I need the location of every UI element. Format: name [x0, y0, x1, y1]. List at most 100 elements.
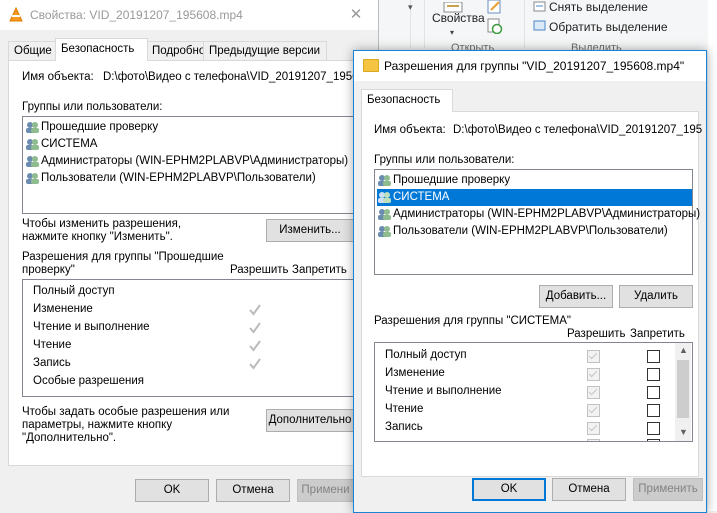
tab-previous-versions[interactable]: Предыдущие версии: [203, 41, 327, 60]
chevron-down-icon[interactable]: ▾: [450, 28, 454, 37]
apply-button[interactable]: Применить: [633, 478, 703, 501]
ok-button[interactable]: OK: [135, 479, 209, 502]
deny-checkbox[interactable]: [647, 368, 660, 381]
permission-name: Полный доступ: [385, 349, 467, 361]
scroll-up-icon[interactable]: ▲: [676, 345, 691, 355]
permission-name: Запись: [33, 357, 71, 369]
allow-checkbox-partial[interactable]: [587, 439, 600, 441]
tab-general[interactable]: Общие: [8, 41, 57, 60]
vlc-file-icon: [9, 7, 23, 22]
check-icon: [249, 322, 261, 334]
permission-name: Чтение и выполнение: [33, 321, 150, 333]
apply-button[interactable]: Примени: [297, 479, 353, 502]
change-button[interactable]: Изменить...: [266, 219, 354, 242]
permission-name: Полный доступ: [33, 285, 115, 297]
allow-checkbox[interactable]: [587, 350, 600, 363]
list-item[interactable]: Пользователи (WIN-EPHM2PLABVP\Пользовате…: [25, 170, 319, 187]
change-hint-line2: нажмите кнопку "Изменить".: [22, 231, 173, 243]
explorer-ribbon: ▾ Свойства ▾ Открыть Снять выделение Обр…: [378, 0, 717, 511]
list-item[interactable]: СИСТЕМА: [25, 136, 100, 153]
scrollbar-thumb[interactable]: [677, 360, 689, 418]
deny-checkbox[interactable]: [647, 350, 660, 363]
ok-button[interactable]: OK: [472, 478, 546, 501]
deny-checkbox-partial[interactable]: [647, 439, 660, 441]
list-item[interactable]: Администраторы (WIN-EPHM2PLABVP\Админист…: [25, 153, 351, 170]
users-icon: [26, 122, 39, 133]
users-icon: [26, 156, 39, 167]
allow-checkbox[interactable]: [587, 404, 600, 417]
cancel-button[interactable]: Отмена: [552, 478, 626, 501]
allow-header: Разрешить: [230, 264, 289, 276]
close-icon[interactable]: ✕: [342, 5, 370, 25]
permission-name: Запись: [385, 421, 423, 433]
tab-security[interactable]: Безопасность: [361, 89, 453, 112]
scroll-down-icon[interactable]: ▼: [676, 427, 691, 437]
users-list[interactable]: Прошедшие проверку СИСТЕМА Администратор…: [374, 169, 700, 275]
users-icon: [378, 226, 391, 237]
list-item[interactable]: Прошедшие проверку: [25, 119, 161, 136]
permission-name: Чтение и выполнение: [385, 385, 502, 397]
users-icon: [26, 139, 39, 150]
remove-button[interactable]: Удалить: [619, 285, 693, 308]
object-name-value: D:\фото\Видео с телефона\VID_20191207_19…: [103, 71, 372, 83]
permissions-titlebar[interactable]: Разрешения для группы "VID_20191207_1956…: [354, 51, 706, 81]
users-list[interactable]: Прошедшие проверку СИСТЕМА Администратор…: [22, 116, 357, 214]
deselect-icon[interactable]: [533, 1, 547, 13]
tab-details[interactable]: Подробно: [146, 41, 211, 60]
allow-header: Разрешить: [567, 328, 626, 340]
user-label: Администраторы (WIN-EPHM2PLABVP\Админист…: [41, 155, 349, 167]
list-item[interactable]: Администраторы (WIN-EPHM2PLABVP\Админист…: [377, 206, 703, 223]
deny-header: Запретить: [292, 264, 347, 276]
list-item[interactable]: Пользователи (WIN-EPHM2PLABVP\Пользовате…: [377, 223, 671, 240]
check-icon: [249, 358, 261, 370]
deny-checkbox[interactable]: [647, 386, 660, 399]
check-icon: [249, 340, 261, 352]
user-label: Администраторы (WIN-EPHM2PLABVP\Админист…: [393, 208, 701, 220]
user-label: Прошедшие проверку: [41, 121, 159, 133]
allow-checkbox[interactable]: [587, 368, 600, 381]
perm-title-line2: проверку": [22, 264, 75, 276]
users-icon: [378, 209, 391, 220]
perm-title-line1: Разрешения для группы "Прошедшие: [22, 251, 224, 263]
deny-checkbox[interactable]: [647, 422, 660, 435]
cancel-button[interactable]: Отмена: [216, 479, 290, 502]
folder-icon: [363, 59, 379, 72]
permissions-scrollbar[interactable]: ▲ ▼: [675, 343, 691, 441]
users-icon: [378, 175, 391, 186]
user-label: Пользователи (WIN-EPHM2PLABVP\Пользовате…: [393, 225, 668, 237]
history-icon[interactable]: [487, 18, 503, 34]
invert-selection-button[interactable]: Обратить выделение: [549, 20, 668, 34]
permissions-title: Разрешения для группы "VID_20191207_1956…: [384, 59, 685, 73]
change-hint-line1: Чтобы изменить разрешения,: [22, 218, 182, 230]
properties-titlebar[interactable]: Свойства: VID_20191207_195608.mp4 ✕: [0, 0, 378, 30]
deny-header: Запретить: [630, 328, 685, 340]
list-item-selected[interactable]: СИСТЕМА: [377, 189, 692, 206]
groups-label: Группы или пользователи:: [22, 101, 163, 113]
permission-name: Изменение: [33, 303, 93, 315]
object-name-label: Имя объекта:: [22, 71, 94, 83]
deny-checkbox[interactable]: [647, 404, 660, 417]
permission-name: Изменение: [385, 367, 445, 379]
properties-label[interactable]: Свойства: [432, 11, 485, 25]
deselect-button[interactable]: Снять выделение: [549, 0, 648, 14]
permission-name: Чтение: [33, 339, 72, 351]
edit-icon[interactable]: [487, 0, 503, 14]
permission-name: Особые разрешения: [33, 375, 145, 387]
object-name-label: Имя объекта:: [374, 124, 446, 136]
user-label: Прошедшие проверку: [393, 174, 511, 186]
permissions-list: Полный доступ Изменение Чтение и выполне…: [22, 279, 357, 397]
allow-checkbox[interactable]: [587, 386, 600, 399]
ribbon-arrow-icon[interactable]: ▾: [408, 2, 413, 13]
list-item[interactable]: Прошедшие проверку: [377, 172, 513, 189]
perm-title: Разрешения для группы "СИСТЕМА": [374, 315, 572, 327]
properties-window: Свойства: VID_20191207_195608.mp4 ✕ Общи…: [0, 0, 379, 511]
allow-checkbox[interactable]: [587, 422, 600, 435]
tab-security[interactable]: Безопасность: [55, 38, 148, 61]
user-label: СИСТЕМА: [41, 138, 98, 150]
advanced-button[interactable]: Дополнительно: [266, 409, 354, 432]
add-button[interactable]: Добавить...: [539, 285, 613, 308]
user-label: СИСТЕМА: [393, 191, 450, 203]
check-icon: [249, 304, 261, 316]
invert-selection-icon[interactable]: [533, 20, 547, 32]
user-label: Пользователи (WIN-EPHM2PLABVP\Пользовате…: [41, 172, 316, 184]
